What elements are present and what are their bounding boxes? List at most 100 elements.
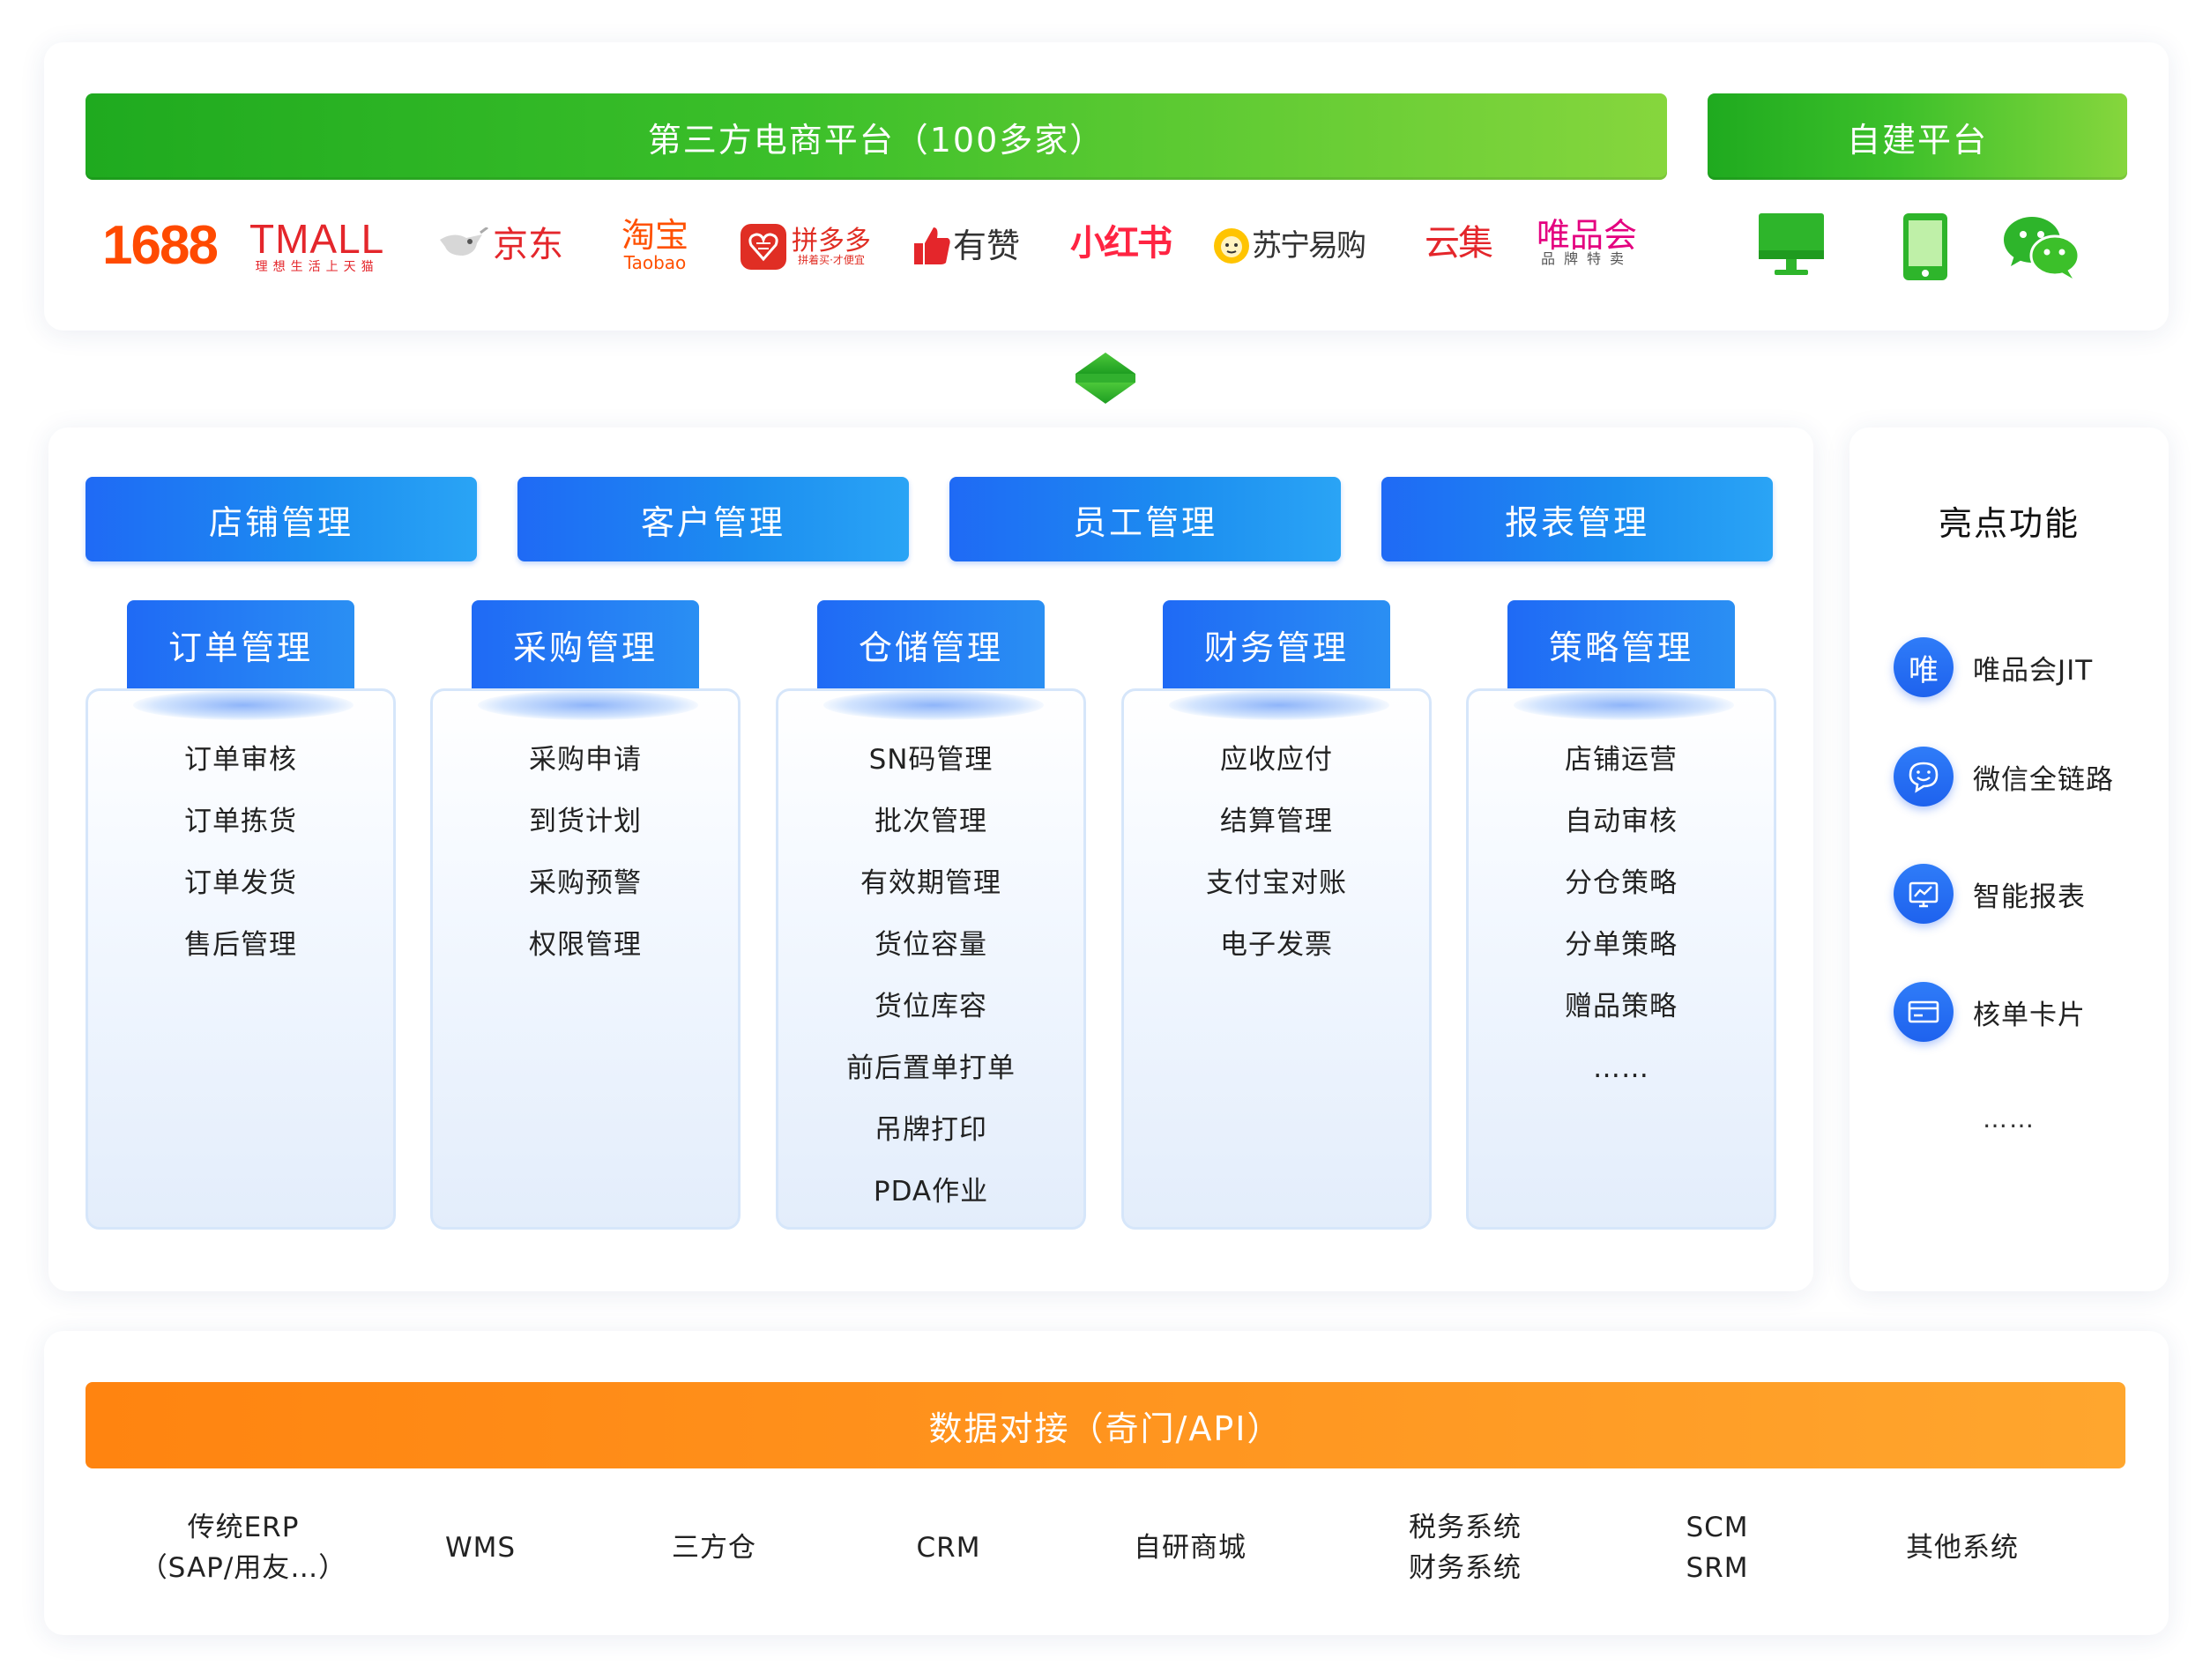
logo-1688-text: 1688 bbox=[102, 215, 219, 276]
list-item: 电子发票 bbox=[1220, 929, 1333, 961]
logo-jd-text: 京东 bbox=[493, 225, 563, 265]
list-item: 店铺运营 bbox=[1565, 744, 1678, 776]
logo-yunji-text: 云集 bbox=[1425, 223, 1493, 264]
modules-panel: 店铺管理 客户管理 员工管理 报表管理 订单管理 订单审核 订单拣货 订单发货 … bbox=[48, 427, 1813, 1291]
column-item-list: SN码管理 批次管理 有效期管理 货位容量 货位库容 前后置单打单 吊牌打印 P… bbox=[776, 729, 1086, 1223]
monitor-icon bbox=[1759, 213, 1824, 275]
list-item: 订单审核 bbox=[184, 744, 297, 776]
highlight-check-card: 核单卡片 bbox=[1894, 981, 2086, 1043]
column-title: 仓储管理 bbox=[858, 628, 1003, 667]
system-own-mall: 自研商城 bbox=[1075, 1528, 1305, 1568]
system-line: 其他系统 bbox=[1906, 1532, 2019, 1564]
double-arrow-icon bbox=[1075, 353, 1135, 404]
highlight-smart-report: 智能报表 bbox=[1894, 863, 2086, 925]
logo-xiaohongshu: 小红书 bbox=[1070, 223, 1172, 264]
wechat-icon bbox=[2004, 217, 2080, 279]
highlight-label: 唯品会JIT bbox=[1973, 654, 2094, 687]
module-label: 报表管理 bbox=[1504, 502, 1649, 542]
column-item-list: 订单审核 订单拣货 订单发货 售后管理 bbox=[86, 729, 396, 976]
logo-1688: 1688 bbox=[102, 219, 219, 273]
system-line: SRM bbox=[1686, 1552, 1749, 1584]
third-party-platform-bar: 第三方电商平台（100多家） bbox=[86, 93, 1667, 180]
list-item: SN码管理 bbox=[868, 744, 994, 776]
column-tab-warehouse: 仓储管理 bbox=[817, 600, 1045, 688]
logo-tmall-text: TMALL bbox=[249, 216, 385, 262]
highlight-vip-jit: 唯 唯品会JIT bbox=[1894, 636, 2093, 698]
data-integration-panel: 数据对接（奇门/API） 传统ERP （SAP/用友…） WMS 三方仓 CRM… bbox=[44, 1331, 2169, 1635]
logo-vip-sub: 品牌特卖 bbox=[1541, 250, 1634, 267]
logo-vip: 唯品会 品牌特卖 bbox=[1537, 219, 1637, 266]
column-item-list: 店铺运营 自动审核 分仓策略 分单策略 赠品策略 …… bbox=[1466, 729, 1776, 1099]
highlight-label: 智能报表 bbox=[1973, 881, 2086, 913]
list-item: 到货计划 bbox=[529, 806, 642, 837]
module-shop-management: 店铺管理 bbox=[86, 477, 477, 561]
list-item: 售后管理 bbox=[184, 929, 297, 961]
column-item-list: 采购申请 到货计划 采购预警 权限管理 bbox=[430, 729, 741, 976]
column-tab-finance: 财务管理 bbox=[1163, 600, 1390, 688]
logo-suning: 苏宁易购 bbox=[1213, 227, 1366, 264]
list-item: 权限管理 bbox=[529, 929, 642, 961]
list-item: 采购申请 bbox=[529, 744, 642, 776]
column-tab-strategy: 策略管理 bbox=[1507, 600, 1735, 688]
logo-youzan-text: 有赞 bbox=[953, 227, 1021, 265]
logo-tmall: TMALL 理想生活上天猫 bbox=[249, 219, 384, 273]
column-glow bbox=[478, 690, 698, 720]
list-item: 订单发货 bbox=[184, 867, 297, 899]
system-third-party-warehouse: 三方仓 bbox=[599, 1528, 829, 1568]
report-icon bbox=[1894, 864, 1954, 924]
list-item: 货位容量 bbox=[875, 929, 987, 961]
system-line: 财务系统 bbox=[1409, 1552, 1522, 1584]
highlight-label: 微信全链路 bbox=[1973, 763, 2114, 796]
highlight-label: 核单卡片 bbox=[1973, 999, 2086, 1031]
list-item: 采购预警 bbox=[529, 867, 642, 899]
data-integration-title: 数据对接（奇门/API） bbox=[928, 1409, 1283, 1448]
logo-vip-text: 唯品会 bbox=[1537, 216, 1638, 255]
list-item: 前后置单打单 bbox=[846, 1052, 1016, 1084]
system-line: 自研商城 bbox=[1134, 1532, 1247, 1564]
list-item: 分单策略 bbox=[1565, 929, 1678, 961]
system-tax-finance: 税务系统 财务系统 bbox=[1351, 1507, 1580, 1588]
system-wms: WMS bbox=[366, 1528, 595, 1568]
list-item: 吊牌打印 bbox=[875, 1114, 987, 1146]
system-line: 税务系统 bbox=[1409, 1512, 1522, 1543]
system-other: 其他系统 bbox=[1848, 1528, 2077, 1568]
highlights-title: 亮点功能 bbox=[1938, 504, 2080, 543]
list-item: 结算管理 bbox=[1220, 806, 1333, 837]
system-scm-srm: SCM SRM bbox=[1603, 1507, 1832, 1588]
highlight-wechat-link: 微信全链路 bbox=[1894, 746, 2114, 807]
column-title: 财务管理 bbox=[1203, 628, 1349, 667]
system-line: （SAP/用友…） bbox=[139, 1552, 347, 1584]
self-built-title: 自建平台 bbox=[1846, 120, 1988, 160]
column-title: 采购管理 bbox=[512, 628, 658, 667]
list-item: PDA作业 bbox=[873, 1176, 989, 1208]
list-item: 有效期管理 bbox=[860, 867, 1001, 899]
logo-suning-text: 苏宁易购 bbox=[1252, 228, 1366, 264]
column-title: 策略管理 bbox=[1548, 628, 1693, 667]
list-item: …… bbox=[1593, 1052, 1649, 1084]
highlights-more: …… bbox=[1983, 1104, 2036, 1134]
phone-icon bbox=[1903, 213, 1947, 280]
module-report-management: 报表管理 bbox=[1381, 477, 1773, 561]
logo-taobao-cn: 淘宝 bbox=[621, 216, 689, 255]
chat-icon bbox=[1894, 747, 1954, 807]
column-glow bbox=[1169, 690, 1389, 720]
vip-icon-glyph: 唯 bbox=[1909, 652, 1939, 688]
logo-xhs-text: 小红书 bbox=[1070, 223, 1172, 264]
list-item: 批次管理 bbox=[875, 806, 987, 837]
list-item: 货位库容 bbox=[875, 991, 987, 1022]
list-item: 应收应付 bbox=[1220, 744, 1333, 776]
system-line: SCM bbox=[1686, 1512, 1749, 1543]
list-item: 分仓策略 bbox=[1565, 867, 1678, 899]
module-label: 客户管理 bbox=[640, 502, 785, 542]
list-item: 订单拣货 bbox=[184, 806, 297, 837]
logo-tmall-sub: 理想生活上天猫 bbox=[255, 260, 379, 274]
logo-taobao-en: Taobao bbox=[623, 252, 687, 273]
column-title: 订单管理 bbox=[167, 628, 313, 667]
system-erp: 传统ERP （SAP/用友…） bbox=[129, 1507, 358, 1588]
thumbs-up-icon bbox=[914, 227, 950, 264]
column-glow bbox=[1514, 690, 1734, 720]
list-item: 支付宝对账 bbox=[1206, 867, 1347, 899]
self-built-platform-bar: 自建平台 bbox=[1708, 93, 2127, 180]
logo-yunji: 云集 bbox=[1425, 223, 1493, 264]
list-item: 赠品策略 bbox=[1565, 991, 1678, 1022]
